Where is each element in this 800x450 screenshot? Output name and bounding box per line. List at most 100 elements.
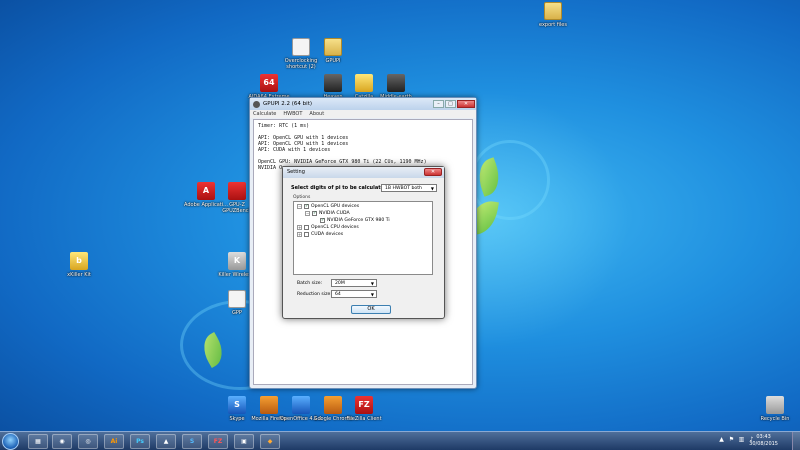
minimize-button[interactable]: – — [433, 100, 444, 108]
tree-item-label: NVIDIA GeForce GTX 980 Ti — [327, 218, 390, 223]
taskbar-explorer[interactable]: ▦ — [28, 434, 48, 449]
tree-item-opencl-cpu[interactable]: + OpenCL CPU devices — [297, 224, 429, 231]
aida64-icon: 64 — [260, 74, 278, 92]
filezilla-icon: FZ — [355, 396, 373, 414]
tree-item-label: NVIDIA CUDA — [319, 211, 350, 216]
desktop-icon-label: GPUPI — [325, 58, 341, 64]
collapse-icon[interactable]: − — [305, 211, 310, 216]
menu-hwbot[interactable]: HWBOT — [283, 111, 302, 117]
setting-dialog: Setting ✕ Select digits of pi to be calc… — [282, 166, 445, 319]
filezilla-icon: FZ — [213, 438, 223, 445]
batch-size-label: Batch size: — [297, 281, 323, 286]
dialog-titlebar[interactable]: Setting ✕ — [283, 167, 444, 178]
skype-icon: S — [228, 396, 246, 414]
gpupi-icon: ▣ — [241, 438, 247, 445]
action-center-icon[interactable]: ⚑ — [728, 436, 735, 443]
batch-size-select[interactable]: 20M ▼ — [331, 279, 377, 287]
reduction-size-select[interactable]: 64 ▼ — [331, 290, 377, 298]
checkbox-unchecked[interactable] — [304, 232, 309, 237]
explorer-icon: ▦ — [35, 438, 41, 445]
tree-item-label: OpenCL CPU devices — [311, 225, 359, 230]
tree-item-opencl-gpu[interactable]: − ✓ OpenCL GPU devices — [297, 203, 429, 210]
openoffice-icon — [292, 396, 310, 414]
start-button[interactable] — [2, 433, 19, 450]
paint-icon: ▲ — [163, 438, 169, 445]
desktop-icon-label: GPP — [232, 310, 242, 316]
chevron-down-icon: ▼ — [370, 281, 374, 286]
taskbar-paint[interactable]: ▲ — [156, 434, 176, 449]
taskbar-filezilla[interactable]: FZ — [208, 434, 228, 449]
taskbar-firefox[interactable]: ◉ — [52, 434, 72, 449]
taskbar-illustrator[interactable]: Ai — [104, 434, 124, 449]
digits-select-value: 1B HWBOT both — [385, 186, 422, 191]
tree-item-label: OpenCL GPU devices — [311, 204, 360, 209]
digits-label: Select digits of pi to be calculated: — [291, 185, 390, 191]
menu-about[interactable]: About — [309, 111, 324, 117]
expand-icon[interactable]: + — [297, 225, 302, 230]
checkbox-checked[interactable]: ✓ — [304, 204, 309, 209]
window-title: GPUPI 2.2 (64 bit) — [263, 101, 313, 107]
show-desktop-button[interactable] — [792, 432, 800, 450]
killer-icon: K — [228, 252, 246, 270]
middle-earth-icon — [387, 74, 405, 92]
options-label: Options — [293, 195, 311, 200]
taskbar-skype[interactable]: S — [182, 434, 202, 449]
clock-time: 03:43 — [756, 434, 771, 440]
checkbox-checked[interactable]: ✓ — [312, 211, 317, 216]
tree-item-nvidia-cuda[interactable]: − ✓ NVIDIA CUDA — [297, 210, 429, 217]
clock-date: 30/08/2015 — [749, 441, 778, 447]
desktop-icon-label: Skype — [229, 416, 245, 422]
ok-button[interactable]: OK — [351, 305, 391, 314]
checkbox-unchecked[interactable] — [304, 225, 309, 230]
recycle-bin-icon — [766, 396, 784, 414]
folder-icon — [544, 2, 562, 20]
digits-select[interactable]: 1B HWBOT both ▼ — [381, 184, 437, 192]
tree-item-gtx980[interactable]: ✓ NVIDIA GeForce GTX 980 Ti — [297, 217, 429, 224]
chrome-icon: ◎ — [85, 438, 91, 445]
tree-item-cuda[interactable]: + CUDA devices — [297, 231, 429, 238]
device-tree: − ✓ OpenCL GPU devices − ✓ NVIDIA CUDA ✓… — [293, 201, 433, 275]
firefox-icon: ◉ — [59, 438, 65, 445]
folder-icon — [324, 38, 342, 56]
collapse-icon[interactable]: − — [297, 204, 302, 209]
desktop-icon-xkill[interactable]: b xKiller Kit — [56, 252, 102, 278]
taskbar-chrome[interactable]: ◎ — [78, 434, 98, 449]
adobe-icon: A — [197, 182, 215, 200]
desktop-icon-export-files[interactable]: export files — [530, 2, 576, 28]
show-hidden-icons-icon[interactable]: ▲ — [718, 436, 725, 443]
chrome-icon — [324, 396, 342, 414]
dialog-title: Setting — [287, 169, 305, 175]
desktop-icon-recycle-bin[interactable]: Recycle Bin — [752, 396, 798, 422]
desktop-icon-label: Recycle Bin — [760, 416, 790, 422]
window-titlebar[interactable]: GPUPI 2.2 (64 bit) – □ ✕ — [250, 98, 476, 110]
taskbar-app[interactable]: ◆ — [260, 434, 280, 449]
gpupi-app-icon — [253, 100, 260, 108]
desktop-icon-label: export files — [538, 22, 567, 28]
illustrator-icon: Ai — [110, 438, 118, 445]
desktop-icon-gpupi-folder[interactable]: GPUPI — [310, 38, 356, 64]
document-icon — [228, 290, 246, 308]
menu-bar: Calculate HWBOT About — [250, 110, 476, 118]
desktop-icon-filezilla[interactable]: FZ FileZilla Client — [341, 396, 387, 422]
reduction-size-value: 64 — [335, 292, 341, 297]
network-icon[interactable]: ▥ — [738, 436, 745, 443]
menu-calculate[interactable]: Calculate — [253, 111, 276, 117]
clock[interactable]: 03:43 30/08/2015 — [749, 434, 778, 448]
checkbox-checked[interactable]: ✓ — [320, 218, 325, 223]
app-icon: ◆ — [267, 438, 273, 445]
batch-size-value: 20M — [335, 281, 345, 286]
tree-item-label: CUDA devices — [311, 232, 344, 237]
taskbar-gpupi[interactable]: ▣ — [234, 434, 254, 449]
gpuz-icon — [228, 182, 246, 200]
maximize-button[interactable]: □ — [445, 100, 456, 108]
catzilla-icon — [355, 74, 373, 92]
xkill-icon: b — [70, 252, 88, 270]
close-button[interactable]: ✕ — [457, 100, 475, 108]
expand-icon[interactable]: + — [297, 232, 302, 237]
taskbar-photoshop[interactable]: Ps — [130, 434, 150, 449]
dialog-close-button[interactable]: ✕ — [424, 168, 442, 176]
desktop-icon-label: xKiller Kit — [67, 272, 91, 278]
taskbar: ▦ ◉ ◎ Ai Ps ▲ S FZ ▣ ◆ ▲ ⚑ ▥ ♪ 03:43 30/… — [0, 431, 800, 450]
desktop-icon-label: GPU-Z GPUZBench — [222, 202, 252, 214]
shortcut-icon — [292, 38, 310, 56]
